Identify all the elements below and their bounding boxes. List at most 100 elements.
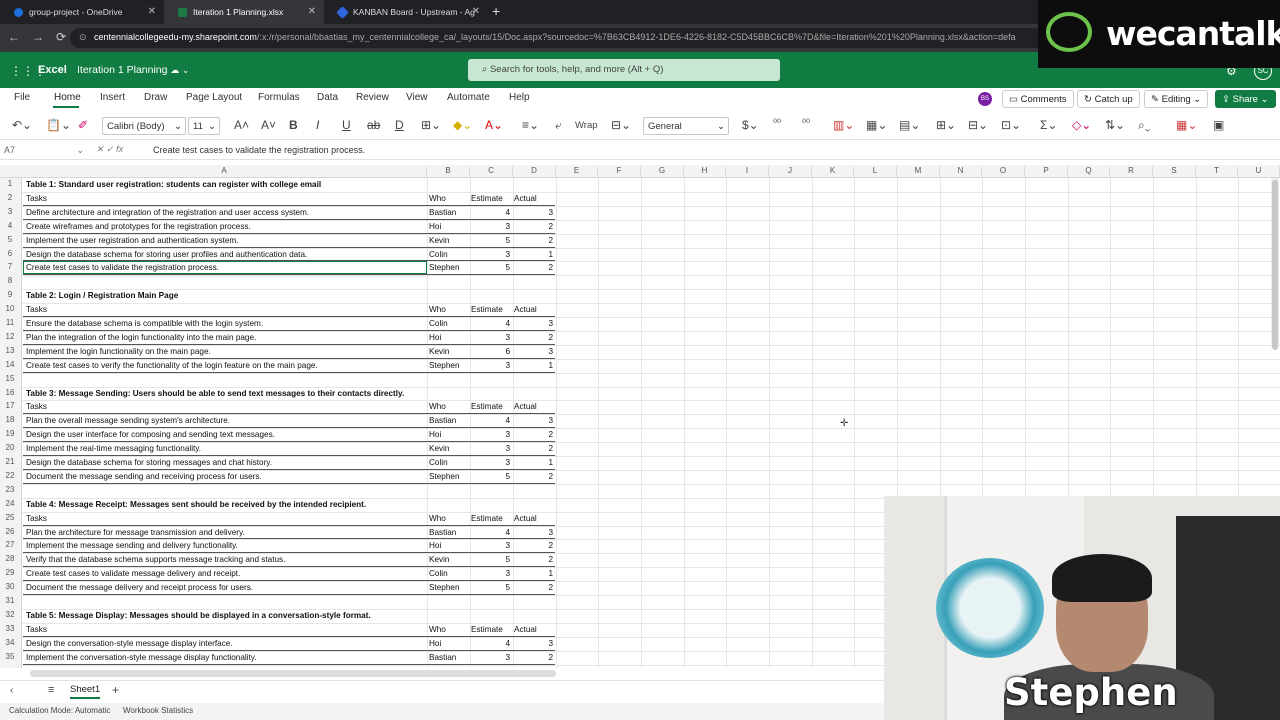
undo-icon[interactable]: ↶⌄ xyxy=(12,118,32,132)
menu-help[interactable]: Help xyxy=(509,92,530,103)
cell-a18[interactable]: Plan the overall message sending system'… xyxy=(26,414,230,428)
cell-b29[interactable]: Colin xyxy=(429,567,448,581)
column-header-t[interactable]: T xyxy=(1196,166,1238,178)
menu-draw[interactable]: Draw xyxy=(144,92,167,103)
row-header[interactable]: 14 xyxy=(0,360,20,369)
underline-icon[interactable]: U xyxy=(342,118,351,132)
all-sheets-icon[interactable]: ≡ xyxy=(48,684,54,696)
column-header-k[interactable]: K xyxy=(812,166,854,178)
row-header[interactable]: 8 xyxy=(0,276,20,285)
column-header-e[interactable]: E xyxy=(556,166,598,178)
nav-buttons[interactable]: ←→⟳ xyxy=(8,30,78,44)
column-header-o[interactable]: O xyxy=(982,166,1025,178)
cell-a27[interactable]: Implement the message sending and delive… xyxy=(26,539,238,553)
wrap-icon[interactable]: ⤶ xyxy=(555,118,562,133)
cell-c17[interactable]: Estimate xyxy=(471,400,503,414)
tab-kanban[interactable]: KANBAN Board - Upstream - Ag ✕ xyxy=(324,0,488,24)
cell-b4[interactable]: Hoi xyxy=(429,220,441,234)
cell-c7[interactable]: 5 xyxy=(470,261,510,275)
cell-b26[interactable]: Bastian xyxy=(429,526,456,540)
row-header[interactable]: 2 xyxy=(0,193,20,202)
cell-d26[interactable]: 3 xyxy=(513,526,553,540)
cell-a34[interactable]: Design the conversation-style message di… xyxy=(26,637,233,651)
cell-d17[interactable]: Actual xyxy=(514,400,537,414)
double-underline-icon[interactable]: D xyxy=(395,118,404,132)
column-header-c[interactable]: C xyxy=(470,166,513,178)
row-header[interactable]: 4 xyxy=(0,221,20,230)
cell-b27[interactable]: Hoi xyxy=(429,539,441,553)
menu-view[interactable]: View xyxy=(406,92,428,103)
cell-d29[interactable]: 1 xyxy=(513,567,553,581)
row-header[interactable]: 15 xyxy=(0,374,20,383)
cell-styles-icon[interactable]: ▤⌄ xyxy=(899,118,920,132)
cell-c20[interactable]: 3 xyxy=(470,442,510,456)
menu-file[interactable]: File xyxy=(14,92,30,103)
sheet-scroll-icon[interactable]: ‹ xyxy=(10,685,13,696)
cell-d22[interactable]: 2 xyxy=(513,470,553,484)
cell-a19[interactable]: Design the user interface for composing … xyxy=(26,428,275,442)
horizontal-scrollbar[interactable] xyxy=(30,670,556,677)
cell-c10[interactable]: Estimate xyxy=(471,303,503,317)
cell-d3[interactable]: 3 xyxy=(513,206,553,220)
cell-a3[interactable]: Define architecture and integration of t… xyxy=(26,206,309,220)
cell-d13[interactable]: 3 xyxy=(513,345,553,359)
cell-b19[interactable]: Hoi xyxy=(429,428,441,442)
row-header[interactable]: 32 xyxy=(0,610,20,619)
font-name-select[interactable]: Calibri (Body) ⌄ xyxy=(102,117,186,135)
fill-color-icon[interactable]: ◆⌄ xyxy=(453,118,472,132)
format-table-icon[interactable]: ▦⌄ xyxy=(866,118,887,132)
column-header-i[interactable]: I xyxy=(726,166,769,178)
menu-page-layout[interactable]: Page Layout xyxy=(186,92,242,103)
column-header-d[interactable]: D xyxy=(513,166,556,178)
cell-c26[interactable]: 4 xyxy=(470,526,510,540)
cell-c14[interactable]: 3 xyxy=(470,359,510,373)
cell-d18[interactable]: 3 xyxy=(513,414,553,428)
cell-c11[interactable]: 4 xyxy=(470,317,510,331)
cell-c30[interactable]: 5 xyxy=(470,581,510,595)
cell-c3[interactable]: 4 xyxy=(470,206,510,220)
cell-b33[interactable]: Who xyxy=(429,623,446,637)
row-header[interactable]: 26 xyxy=(0,527,20,536)
cell-a16[interactable]: Table 3: Message Sending: Users should b… xyxy=(26,387,404,401)
increase-font-icon[interactable]: A˄ xyxy=(234,118,249,132)
cell-c2[interactable]: Estimate xyxy=(471,192,503,206)
cell-a14[interactable]: Create test cases to verify the function… xyxy=(26,359,318,373)
cell-a13[interactable]: Implement the login functionality on the… xyxy=(26,345,211,359)
cell-c22[interactable]: 5 xyxy=(470,470,510,484)
font-color-icon[interactable]: A⌄ xyxy=(485,118,503,132)
autosum-icon[interactable]: Σ⌄ xyxy=(1040,118,1057,132)
cell-d10[interactable]: Actual xyxy=(514,303,537,317)
cell-d7[interactable]: 2 xyxy=(513,261,553,275)
column-header-r[interactable]: R xyxy=(1110,166,1153,178)
cell-c4[interactable]: 3 xyxy=(470,220,510,234)
row-header[interactable]: 22 xyxy=(0,471,20,480)
cell-d12[interactable]: 2 xyxy=(513,331,553,345)
row-header[interactable]: 24 xyxy=(0,499,20,508)
row-header[interactable]: 21 xyxy=(0,457,20,466)
column-header-u[interactable]: U xyxy=(1238,166,1280,178)
url-field[interactable]: ⊙ centennialcollegeedu-my.sharepoint.com/… xyxy=(70,28,1050,48)
cell-b10[interactable]: Who xyxy=(429,303,446,317)
cell-b11[interactable]: Colin xyxy=(429,317,448,331)
cell-b35[interactable]: Bastian xyxy=(429,651,456,665)
cell-b28[interactable]: Kevin xyxy=(429,553,449,567)
cell-b34[interactable]: Hoi xyxy=(429,637,441,651)
conditional-format-icon[interactable]: ▥⌄ xyxy=(833,118,854,132)
cell-c35[interactable]: 3 xyxy=(470,651,510,665)
column-header-m[interactable]: M xyxy=(897,166,940,178)
cell-b22[interactable]: Stephen xyxy=(429,470,460,484)
column-header-p[interactable]: P xyxy=(1025,166,1068,178)
cell-d35[interactable]: 2 xyxy=(513,651,553,665)
cell-a33[interactable]: Tasks xyxy=(26,623,47,637)
cell-a11[interactable]: Ensure the database schema is compatible… xyxy=(26,317,263,331)
cell-a2[interactable]: Tasks xyxy=(26,192,47,206)
delete-cells-icon[interactable]: ⊟⌄ xyxy=(968,118,988,132)
cell-a29[interactable]: Create test cases to validate message de… xyxy=(26,567,240,581)
cell-d5[interactable]: 2 xyxy=(513,234,553,248)
find-icon[interactable]: ⌕⌄ xyxy=(1138,118,1150,133)
increase-decimal-icon[interactable]: ⁰⁰ xyxy=(773,118,781,129)
format-painter-icon[interactable]: ✐ xyxy=(78,118,88,132)
cell-d14[interactable]: 1 xyxy=(513,359,553,373)
cell-d2[interactable]: Actual xyxy=(514,192,537,206)
cell-a20[interactable]: Implement the real-time messaging functi… xyxy=(26,442,201,456)
